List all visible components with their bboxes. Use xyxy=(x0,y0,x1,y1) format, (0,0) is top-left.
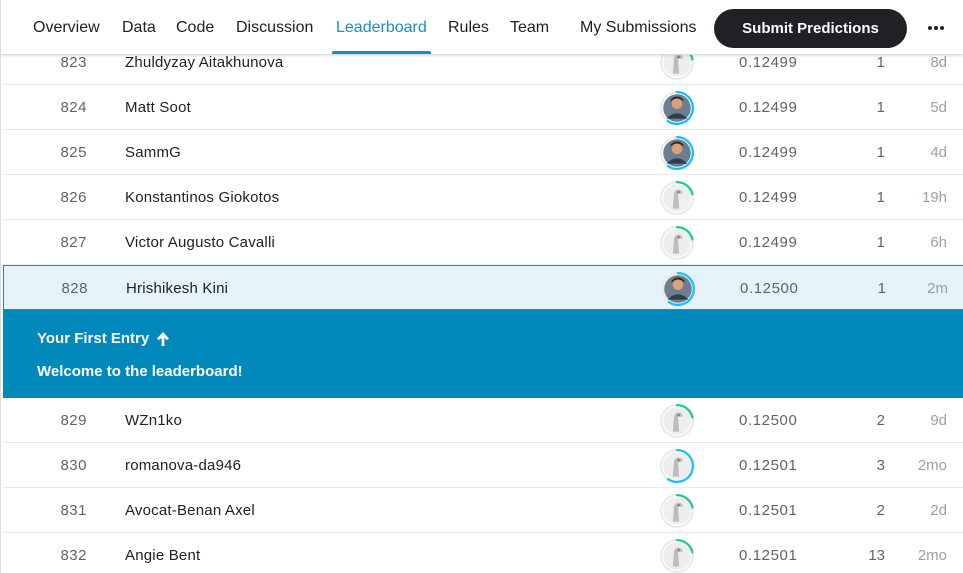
tab-leaderboard[interactable]: Leaderboard xyxy=(336,17,427,39)
entries-count: 2 xyxy=(876,502,885,519)
last-submission-time: 2mo xyxy=(917,547,947,564)
tab-data[interactable]: Data xyxy=(122,17,156,39)
tab-code[interactable]: Code xyxy=(176,17,214,39)
last-submission-time: 5d xyxy=(930,99,947,116)
default-avatar-icon xyxy=(660,225,694,260)
rank: 827 xyxy=(60,234,87,251)
arrow-up-icon xyxy=(157,332,169,346)
avatar[interactable] xyxy=(659,443,697,488)
leaderboard-row[interactable]: 826 Konstantinos Giokotos 0.12499 1 19h xyxy=(3,175,963,220)
entries-count: 3 xyxy=(876,457,885,474)
submit-predictions-button[interactable]: Submit Predictions xyxy=(714,9,907,48)
score: 0.12499 xyxy=(739,99,798,116)
score: 0.12499 xyxy=(739,189,798,206)
avatar[interactable] xyxy=(659,488,697,533)
tab-rules[interactable]: Rules xyxy=(448,17,489,39)
team-name[interactable]: Konstantinos Giokotos xyxy=(125,175,279,220)
score: 0.12499 xyxy=(739,144,798,161)
rank: 828 xyxy=(61,280,88,297)
rank: 825 xyxy=(60,144,87,161)
avatar[interactable] xyxy=(659,220,697,265)
rank: 824 xyxy=(60,99,87,116)
leaderboard-row[interactable]: 827 Victor Augusto Cavalli 0.12499 1 6h xyxy=(3,220,963,265)
avatar[interactable] xyxy=(659,175,697,220)
last-submission-time: 2d xyxy=(930,502,947,519)
rank: 831 xyxy=(60,502,87,519)
team-name[interactable]: Matt Soot xyxy=(125,85,191,130)
entries-count: 1 xyxy=(876,144,885,161)
default-avatar-icon xyxy=(660,180,694,215)
rank: 826 xyxy=(60,189,87,206)
default-avatar-icon xyxy=(660,538,694,573)
rank: 832 xyxy=(60,547,87,564)
entries-count: 2 xyxy=(876,412,885,429)
last-submission-time: 2m xyxy=(927,280,948,297)
score: 0.12500 xyxy=(739,412,798,429)
rank: 829 xyxy=(60,412,87,429)
tab-team[interactable]: Team xyxy=(510,17,549,39)
team-name[interactable]: Hrishikesh Kini xyxy=(126,266,228,311)
user-photo-avatar xyxy=(660,90,694,126)
tab-my-submissions[interactable]: My Submissions xyxy=(580,17,696,39)
entries-count: 1 xyxy=(877,280,886,297)
team-name[interactable]: Victor Augusto Cavalli xyxy=(125,220,275,265)
user-photo-avatar xyxy=(660,135,694,171)
avatar[interactable] xyxy=(660,266,698,311)
default-avatar-icon xyxy=(660,448,694,484)
last-submission-time: 2mo xyxy=(917,457,947,474)
leaderboard-page: 823 Zhuldyzay Aitakhunova 0.12499 1 8d 8… xyxy=(0,0,963,573)
user-photo-avatar xyxy=(661,271,695,307)
rank: 830 xyxy=(60,457,87,474)
leaderboard-row[interactable]: 831 Avocat-Benan Axel 0.12501 2 2d xyxy=(3,488,963,533)
avatar[interactable] xyxy=(659,398,697,443)
leaderboard-row[interactable]: 830 romanova-da946 0.12501 3 2mo xyxy=(3,443,963,488)
my-leaderboard-row[interactable]: 828 Hrishikesh Kini 0.12500 1 2m xyxy=(3,265,963,310)
tab-discussion[interactable]: Discussion xyxy=(236,17,313,39)
avatar[interactable] xyxy=(659,533,697,573)
last-submission-time: 9d xyxy=(930,412,947,429)
team-name[interactable]: SammG xyxy=(125,130,181,175)
entries-count: 1 xyxy=(876,189,885,206)
entries-count: 1 xyxy=(876,99,885,116)
last-submission-time: 6h xyxy=(930,234,947,251)
default-avatar-icon xyxy=(660,403,694,438)
last-submission-time: 4d xyxy=(930,144,947,161)
score: 0.12500 xyxy=(740,280,799,297)
last-submission-time: 19h xyxy=(921,189,947,206)
team-name[interactable]: Angie Bent xyxy=(125,533,200,573)
more-horizontal-icon[interactable] xyxy=(925,17,947,39)
team-name[interactable]: Avocat-Benan Axel xyxy=(125,488,255,533)
banner-message: Welcome to the leaderboard! xyxy=(37,363,243,380)
leaderboard-row[interactable]: 825 SammG 0.12499 1 4d xyxy=(3,130,963,175)
avatar[interactable] xyxy=(659,85,697,130)
leaderboard-row[interactable]: 824 Matt Soot 0.12499 1 5d xyxy=(3,85,963,130)
banner-title: Your First Entry xyxy=(37,330,150,347)
team-name[interactable]: romanova-da946 xyxy=(125,443,241,488)
score: 0.12501 xyxy=(739,457,798,474)
tab-overview[interactable]: Overview xyxy=(33,17,100,39)
competition-nav: Overview Data Code Discussion Leaderboar… xyxy=(1,0,963,55)
avatar[interactable] xyxy=(659,130,697,175)
leaderboard-row[interactable]: 832 Angie Bent 0.12501 13 2mo xyxy=(3,533,963,573)
leaderboard-row[interactable]: 829 WZn1ko 0.12500 2 9d xyxy=(3,398,963,443)
entries-count: 13 xyxy=(868,547,885,564)
active-tab-indicator xyxy=(332,51,431,54)
first-entry-banner: Your First Entry Welcome to the leaderbo… xyxy=(3,310,963,399)
entries-count: 1 xyxy=(876,234,885,251)
team-name[interactable]: WZn1ko xyxy=(125,398,182,443)
score: 0.12501 xyxy=(739,547,798,564)
default-avatar-icon xyxy=(660,493,694,528)
score: 0.12499 xyxy=(739,234,798,251)
score: 0.12501 xyxy=(739,502,798,519)
